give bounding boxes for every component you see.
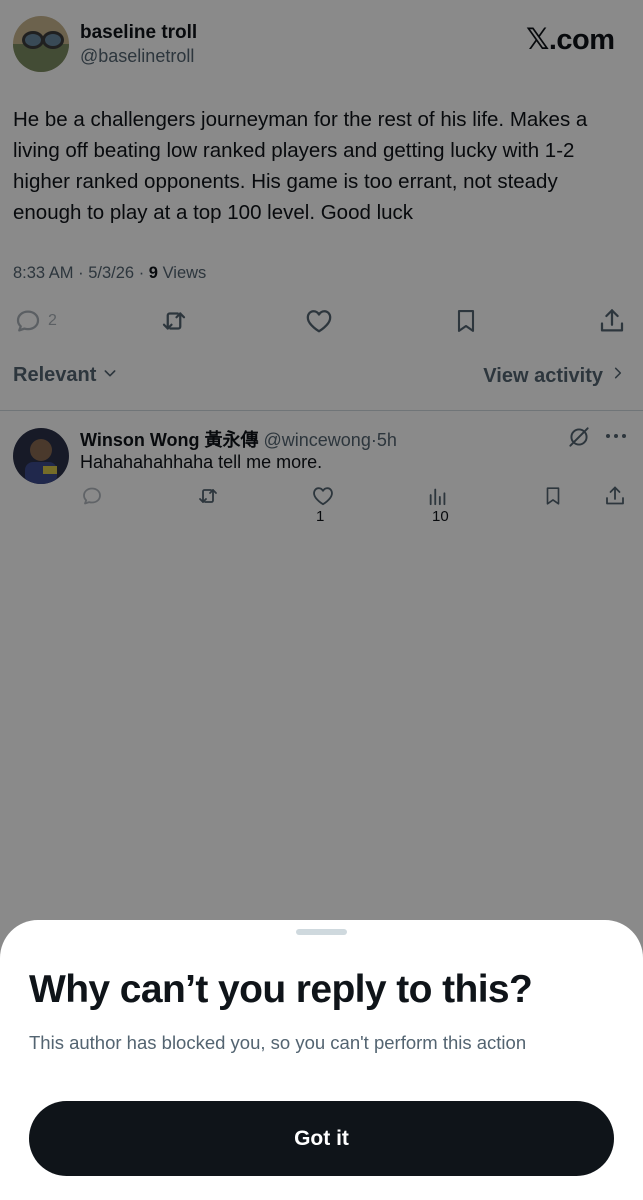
- bottom-sheet: Why can’t you reply to this? This author…: [0, 920, 643, 1200]
- sheet-title: Why can’t you reply to this?: [29, 968, 533, 1011]
- got-it-button[interactable]: Got it: [29, 1101, 614, 1176]
- sheet-drag-handle[interactable]: [296, 929, 347, 935]
- sheet-message: This author has blocked you, so you can'…: [29, 1032, 527, 1053]
